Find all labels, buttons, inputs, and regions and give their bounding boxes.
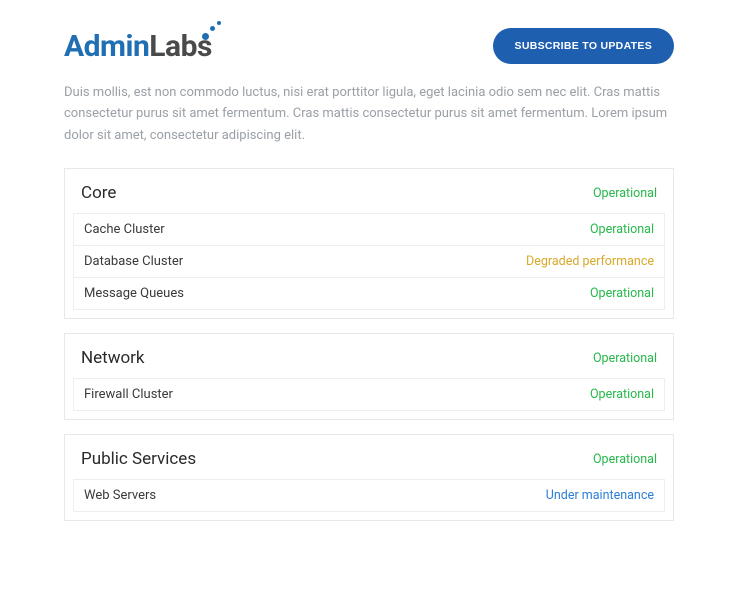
logo-text-admin: Admin — [64, 29, 149, 64]
list-item: Database Cluster Degraded performance — [73, 246, 665, 278]
item-name: Database Cluster — [84, 254, 183, 269]
page-description: Duis mollis, est non commodo luctus, nis… — [64, 82, 674, 146]
subscribe-button[interactable]: SUBSCRIBE TO UPDATES — [493, 28, 674, 64]
group-status: Operational — [593, 452, 657, 467]
item-status: Operational — [590, 286, 654, 301]
items-list: Web Servers Under maintenance — [65, 479, 673, 520]
group-title: Network — [81, 348, 145, 368]
group-title: Core — [81, 183, 116, 203]
status-groups-container: Core Operational Cache Cluster Operational D… — [64, 168, 674, 521]
status-group: Network Operational Firewall Cluster Operat… — [64, 333, 674, 420]
item-name: Message Queues — [84, 286, 184, 301]
page-header: AdminLabs SUBSCRIBE TO UPDATES — [64, 28, 674, 64]
item-name: Firewall Cluster — [84, 387, 173, 402]
items-list: Cache Cluster Operational Database Cluster… — [65, 213, 673, 318]
item-name: Web Servers — [84, 488, 156, 503]
logo: AdminLabs — [64, 29, 212, 64]
group-status: Operational — [593, 351, 657, 366]
list-item: Firewall Cluster Operational — [73, 378, 665, 411]
list-item: Cache Cluster Operational — [73, 213, 665, 246]
group-header: Core Operational — [65, 169, 673, 213]
item-name: Cache Cluster — [84, 222, 165, 237]
group-header: Public Services Operational — [65, 435, 673, 479]
group-header: Network Operational — [65, 334, 673, 378]
item-status: Operational — [590, 387, 654, 402]
status-group: Core Operational Cache Cluster Operational D… — [64, 168, 674, 319]
item-status: Degraded performance — [526, 254, 654, 269]
list-item: Web Servers Under maintenance — [73, 479, 665, 512]
status-group: Public Services Operational Web Servers Und… — [64, 434, 674, 521]
item-status: Operational — [590, 222, 654, 237]
list-item: Message Queues Operational — [73, 278, 665, 310]
group-status: Operational — [593, 186, 657, 201]
item-status: Under maintenance — [546, 488, 654, 503]
items-list: Firewall Cluster Operational — [65, 378, 673, 419]
group-title: Public Services — [81, 449, 196, 469]
